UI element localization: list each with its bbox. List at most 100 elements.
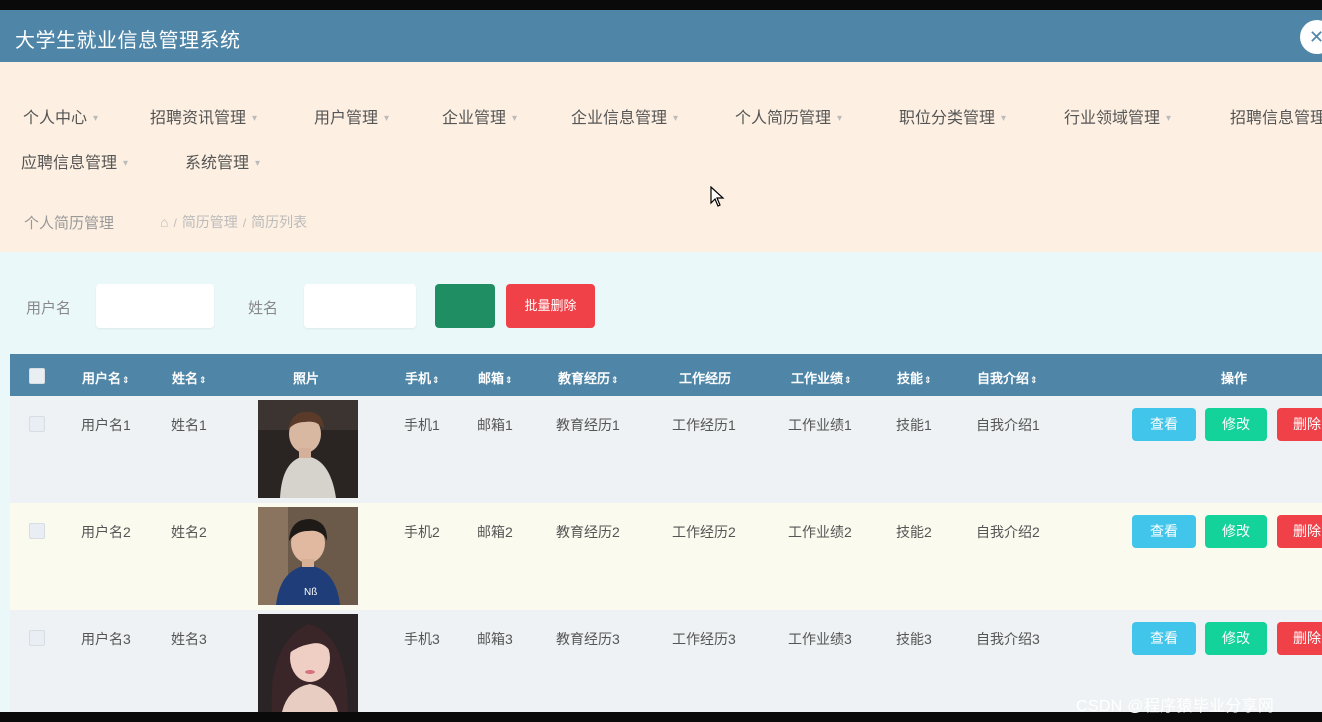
column-header-achievement[interactable]: 工作业绩⇕ <box>791 368 852 387</box>
close-icon[interactable]: ✕ <box>1300 20 1322 54</box>
cell-email: 邮箱2 <box>477 524 513 540</box>
cell-phone: 手机1 <box>404 417 440 433</box>
cell-education: 教育经历3 <box>556 631 620 647</box>
row-checkbox[interactable] <box>29 630 45 646</box>
cell-skill: 技能1 <box>896 417 932 433</box>
nav-item-users[interactable]: 用户管理 ▾ <box>314 104 389 128</box>
cell-intro: 自我介绍3 <box>976 631 1040 647</box>
main-content: 用户名 姓名 批量删除 用户名⇕ 姓名⇕ 照片 手机⇕ 邮箱⇕ 教育经历⇕ 工作… <box>0 252 1322 712</box>
title-bar: 大学生就业信息管理系统 ✕ <box>0 10 1322 62</box>
column-header-education[interactable]: 教育经历⇕ <box>558 368 619 387</box>
breadcrumb: 个人简历管理 ⌂ / 简历管理 / 简历列表 <box>0 192 1322 252</box>
view-button[interactable]: 查看 <box>1132 622 1196 655</box>
chevron-down-icon: ▾ <box>1001 113 1007 125</box>
row-checkbox[interactable] <box>29 523 45 539</box>
cell-name: 姓名1 <box>171 417 207 433</box>
avatar <box>258 614 358 712</box>
photo-image: Nß <box>258 507 358 605</box>
nav-item-industries[interactable]: 行业领域管理 ▾ <box>1064 104 1171 128</box>
avatar <box>258 400 358 498</box>
nav-item-companies[interactable]: 企业管理 ▾ <box>442 104 517 128</box>
table-header: 用户名⇕ 姓名⇕ 照片 手机⇕ 邮箱⇕ 教育经历⇕ 工作经历 工作业绩⇕ 技能⇕… <box>10 354 1322 396</box>
cell-phone: 手机2 <box>404 524 440 540</box>
chevron-down-icon: ▾ <box>512 113 518 125</box>
nav-item-recruit-news[interactable]: 招聘资讯管理 ▾ <box>150 104 257 128</box>
nav-item-resumes[interactable]: 个人简历管理 ▾ <box>735 104 842 128</box>
cell-intro: 自我介绍1 <box>976 417 1040 433</box>
chevron-down-icon: ▾ <box>252 113 258 125</box>
column-header-skill[interactable]: 技能⇕ <box>897 368 932 387</box>
edit-button[interactable]: 修改 <box>1205 622 1267 655</box>
cell-education: 教育经历2 <box>556 524 620 540</box>
sort-icon: ⇕ <box>505 375 513 385</box>
cell-skill: 技能2 <box>896 524 932 540</box>
name-label: 姓名 <box>248 300 279 317</box>
cell-username: 用户名2 <box>81 524 131 540</box>
chevron-down-icon: ▾ <box>255 158 261 170</box>
breadcrumb-item[interactable]: 简历管理 <box>182 214 238 230</box>
username-label: 用户名 <box>26 300 72 317</box>
cell-username: 用户名3 <box>81 631 131 647</box>
sort-icon: ⇕ <box>432 375 440 385</box>
column-header-name[interactable]: 姓名⇕ <box>172 368 207 387</box>
cell-name: 姓名3 <box>171 631 207 647</box>
cell-username: 用户名1 <box>81 417 131 433</box>
batch-delete-button[interactable]: 批量删除 <box>506 284 595 328</box>
cell-skill: 技能3 <box>896 631 932 647</box>
edit-button[interactable]: 修改 <box>1205 515 1267 548</box>
cell-intro: 自我介绍2 <box>976 524 1040 540</box>
sort-icon: ⇕ <box>611 375 619 385</box>
delete-button[interactable]: 删除 <box>1277 408 1322 441</box>
photo-image <box>258 400 358 498</box>
cell-work: 工作经历2 <box>672 524 736 540</box>
chevron-down-icon: ▾ <box>1166 113 1172 125</box>
avatar: Nß <box>258 507 358 605</box>
view-button[interactable]: 查看 <box>1132 515 1196 548</box>
cell-email: 邮箱3 <box>477 631 513 647</box>
nav-item-system[interactable]: 系统管理 ▾ <box>185 149 260 173</box>
cell-achievement: 工作业绩3 <box>788 631 852 647</box>
breadcrumb-item: 简历列表 <box>251 214 308 230</box>
svg-text:Nß: Nß <box>304 587 317 598</box>
column-header-username[interactable]: 用户名⇕ <box>82 368 130 387</box>
select-all-checkbox[interactable] <box>29 368 45 384</box>
sort-icon: ⇕ <box>122 375 130 385</box>
search-button[interactable] <box>435 284 495 328</box>
delete-button[interactable]: 删除 <box>1277 622 1322 655</box>
column-header-photo: 照片 <box>293 371 320 386</box>
nav-item-applications[interactable]: 应聘信息管理 ▾ <box>21 149 128 173</box>
cell-work: 工作经历3 <box>672 631 736 647</box>
delete-button[interactable]: 删除 <box>1277 515 1322 548</box>
chevron-down-icon: ▾ <box>673 113 679 125</box>
top-nav: 个人中心 ▾ 招聘资讯管理 ▾ 用户管理 ▾ 企业管理 ▾ 企业信息管理 ▾ 个人简历管理… <box>0 62 1322 192</box>
column-header-actions: 操作 <box>1221 371 1248 386</box>
cell-email: 邮箱1 <box>477 417 513 433</box>
chevron-down-icon: ▾ <box>93 113 99 125</box>
column-header-phone[interactable]: 手机⇕ <box>405 368 440 387</box>
cell-name: 姓名2 <box>171 524 207 540</box>
nav-item-job-categories[interactable]: 职位分类管理 ▾ <box>899 104 1006 128</box>
mouse-cursor-icon <box>710 186 725 207</box>
nav-item-personal-center[interactable]: 个人中心 ▾ <box>23 104 98 128</box>
edit-button[interactable]: 修改 <box>1205 408 1267 441</box>
cell-education: 教育经历1 <box>556 417 620 433</box>
cell-achievement: 工作业绩2 <box>788 524 852 540</box>
app-title: 大学生就业信息管理系统 <box>15 30 241 52</box>
chevron-down-icon: ▾ <box>384 113 390 125</box>
row-checkbox[interactable] <box>29 416 45 432</box>
photo-image <box>258 614 358 712</box>
app-window: 大学生就业信息管理系统 ✕ 个人中心 ▾ 招聘资讯管理 ▾ 用户管理 ▾ 企业管理 ▾ … <box>0 10 1322 712</box>
column-header-intro[interactable]: 自我介绍⇕ <box>977 368 1038 387</box>
cell-phone: 手机3 <box>404 631 440 647</box>
name-input[interactable] <box>304 284 416 328</box>
nav-item-company-info[interactable]: 企业信息管理 ▾ <box>571 104 678 128</box>
home-icon[interactable]: ⌂ <box>160 214 168 230</box>
sort-icon: ⇕ <box>844 375 852 385</box>
table-row: 用户名2 姓名2 Nß 手机2 邮箱2 教育经历2 工作经历2 工作业绩2 技能… <box>10 503 1322 610</box>
column-header-email[interactable]: 邮箱⇕ <box>478 368 513 387</box>
nav-item-recruit-info[interactable]: 招聘信息管理 <box>1230 104 1322 128</box>
view-button[interactable]: 查看 <box>1132 408 1196 441</box>
sort-icon: ⇕ <box>199 375 207 385</box>
search-bar: 用户名 姓名 批量删除 <box>0 252 1322 344</box>
username-input[interactable] <box>96 284 214 328</box>
